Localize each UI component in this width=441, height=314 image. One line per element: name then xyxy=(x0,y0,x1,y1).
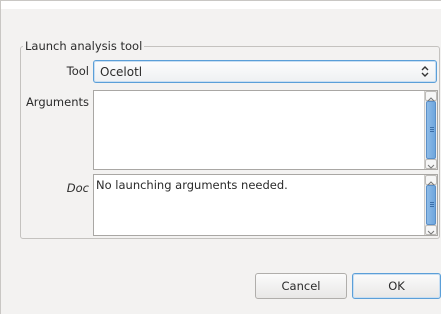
doc-textarea[interactable]: No launching arguments needed. xyxy=(93,174,438,236)
tool-select[interactable]: Ocelotl xyxy=(93,60,437,83)
scroll-down-arrow-icon[interactable] xyxy=(425,159,437,169)
scroll-down-arrow-icon[interactable] xyxy=(425,225,437,235)
doc-scrollbar[interactable] xyxy=(424,175,437,235)
tool-select-value: Ocelotl xyxy=(100,65,143,79)
launch-analysis-dialog: Launch analysis tool Tool Ocelotl Argume… xyxy=(0,0,441,314)
scroll-up-arrow-icon[interactable] xyxy=(425,175,437,186)
doc-scroll-thumb[interactable] xyxy=(426,185,436,225)
arguments-textarea[interactable] xyxy=(93,90,438,170)
scroll-up-arrow-icon[interactable] xyxy=(425,91,437,102)
tool-label: Tool xyxy=(66,64,89,78)
doc-text: No launching arguments needed. xyxy=(96,178,288,192)
group-title: Launch analysis tool xyxy=(25,39,143,53)
ok-button[interactable]: OK xyxy=(352,273,441,299)
doc-label: Doc xyxy=(66,181,89,195)
dialog-top-strip xyxy=(1,1,441,9)
arguments-scroll-thumb[interactable] xyxy=(426,101,436,159)
cancel-button[interactable]: Cancel xyxy=(255,273,347,299)
arguments-scrollbar[interactable] xyxy=(424,91,437,169)
arguments-label: Arguments xyxy=(25,95,89,109)
up-down-chevron-icon xyxy=(421,66,429,77)
